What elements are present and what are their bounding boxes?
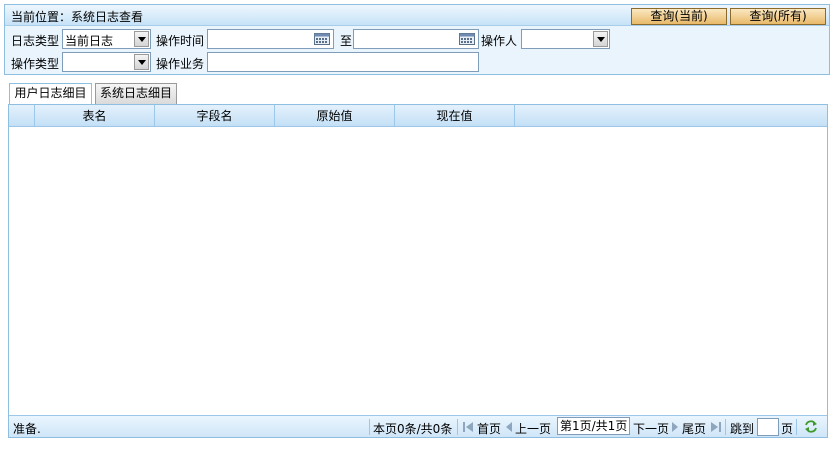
- first-page-icon[interactable]: [463, 422, 473, 432]
- log-type-value: 当前日志: [65, 34, 114, 48]
- page-indicator: 第1页/共1页: [557, 417, 631, 435]
- op-time-label: 操作时间: [156, 34, 205, 48]
- calendar-icon[interactable]: [314, 33, 330, 45]
- jump-unit-label: 页: [781, 422, 794, 436]
- jump-label: 跳到: [730, 422, 755, 436]
- last-page-icon[interactable]: [711, 422, 721, 432]
- divider: [369, 419, 370, 435]
- prev-page-button[interactable]: 上一页: [515, 420, 551, 437]
- op-time-end-input[interactable]: [353, 29, 479, 49]
- first-page-button[interactable]: 首页: [477, 420, 501, 437]
- op-type-label: 操作类型: [11, 57, 60, 71]
- divider: [796, 419, 797, 435]
- refresh-icon[interactable]: [804, 420, 818, 433]
- op-type-select[interactable]: [62, 52, 151, 72]
- column-header-table-name[interactable]: 表名: [35, 105, 155, 127]
- log-grid: 表名 字段名 原始值 现在值 准备. 本页0条/共0条 首页 上一页 第1页/共…: [8, 104, 828, 438]
- tab-user-log-detail[interactable]: 用户日志细目: [9, 83, 92, 105]
- chevron-down-icon[interactable]: [593, 31, 608, 47]
- jump-page-input[interactable]: [757, 418, 779, 436]
- divider: [457, 419, 458, 435]
- tab-system-log-detail[interactable]: 系统日志细目: [95, 83, 177, 104]
- status-bar: 准备. 本页0条/共0条 首页 上一页 第1页/共1页 下一页 尾页 跳到 页: [9, 415, 827, 437]
- calendar-icon[interactable]: [459, 33, 475, 45]
- page-title: 当前位置：系统日志查看: [11, 10, 144, 24]
- query-all-button[interactable]: 查询(所有): [730, 8, 826, 25]
- title-bar: 当前位置：系统日志查看 查询(当前) 查询(所有): [5, 5, 829, 26]
- column-header-field-name[interactable]: 字段名: [155, 105, 275, 127]
- op-business-input[interactable]: [207, 52, 479, 72]
- log-type-select[interactable]: 当前日志: [62, 29, 151, 49]
- log-type-label: 日志类型: [11, 34, 60, 48]
- chevron-down-icon[interactable]: [134, 31, 149, 47]
- status-ready: 准备.: [13, 422, 41, 436]
- op-business-label: 操作业务: [156, 57, 205, 71]
- operator-select[interactable]: [521, 29, 610, 49]
- divider: [725, 419, 726, 435]
- operator-label: 操作人: [481, 34, 518, 48]
- query-current-button[interactable]: 查询(当前): [631, 8, 727, 25]
- prev-page-icon[interactable]: [506, 422, 512, 432]
- to-label: 至: [340, 34, 353, 48]
- op-time-start-input[interactable]: [207, 29, 334, 49]
- chevron-down-icon[interactable]: [134, 54, 149, 70]
- record-count: 本页0条/共0条: [373, 422, 453, 436]
- last-page-button[interactable]: 尾页: [682, 420, 706, 437]
- column-header-original-value[interactable]: 原始值: [275, 105, 395, 127]
- row-number-header: [9, 105, 35, 127]
- column-header-current-value[interactable]: 现在值: [395, 105, 515, 127]
- next-page-button[interactable]: 下一页: [633, 420, 669, 437]
- query-panel: 当前位置：系统日志查看 查询(当前) 查询(所有) 日志类型 当前日志 操作时间…: [4, 4, 830, 75]
- next-page-icon[interactable]: [672, 422, 678, 432]
- grid-header: 表名 字段名 原始值 现在值: [9, 105, 827, 127]
